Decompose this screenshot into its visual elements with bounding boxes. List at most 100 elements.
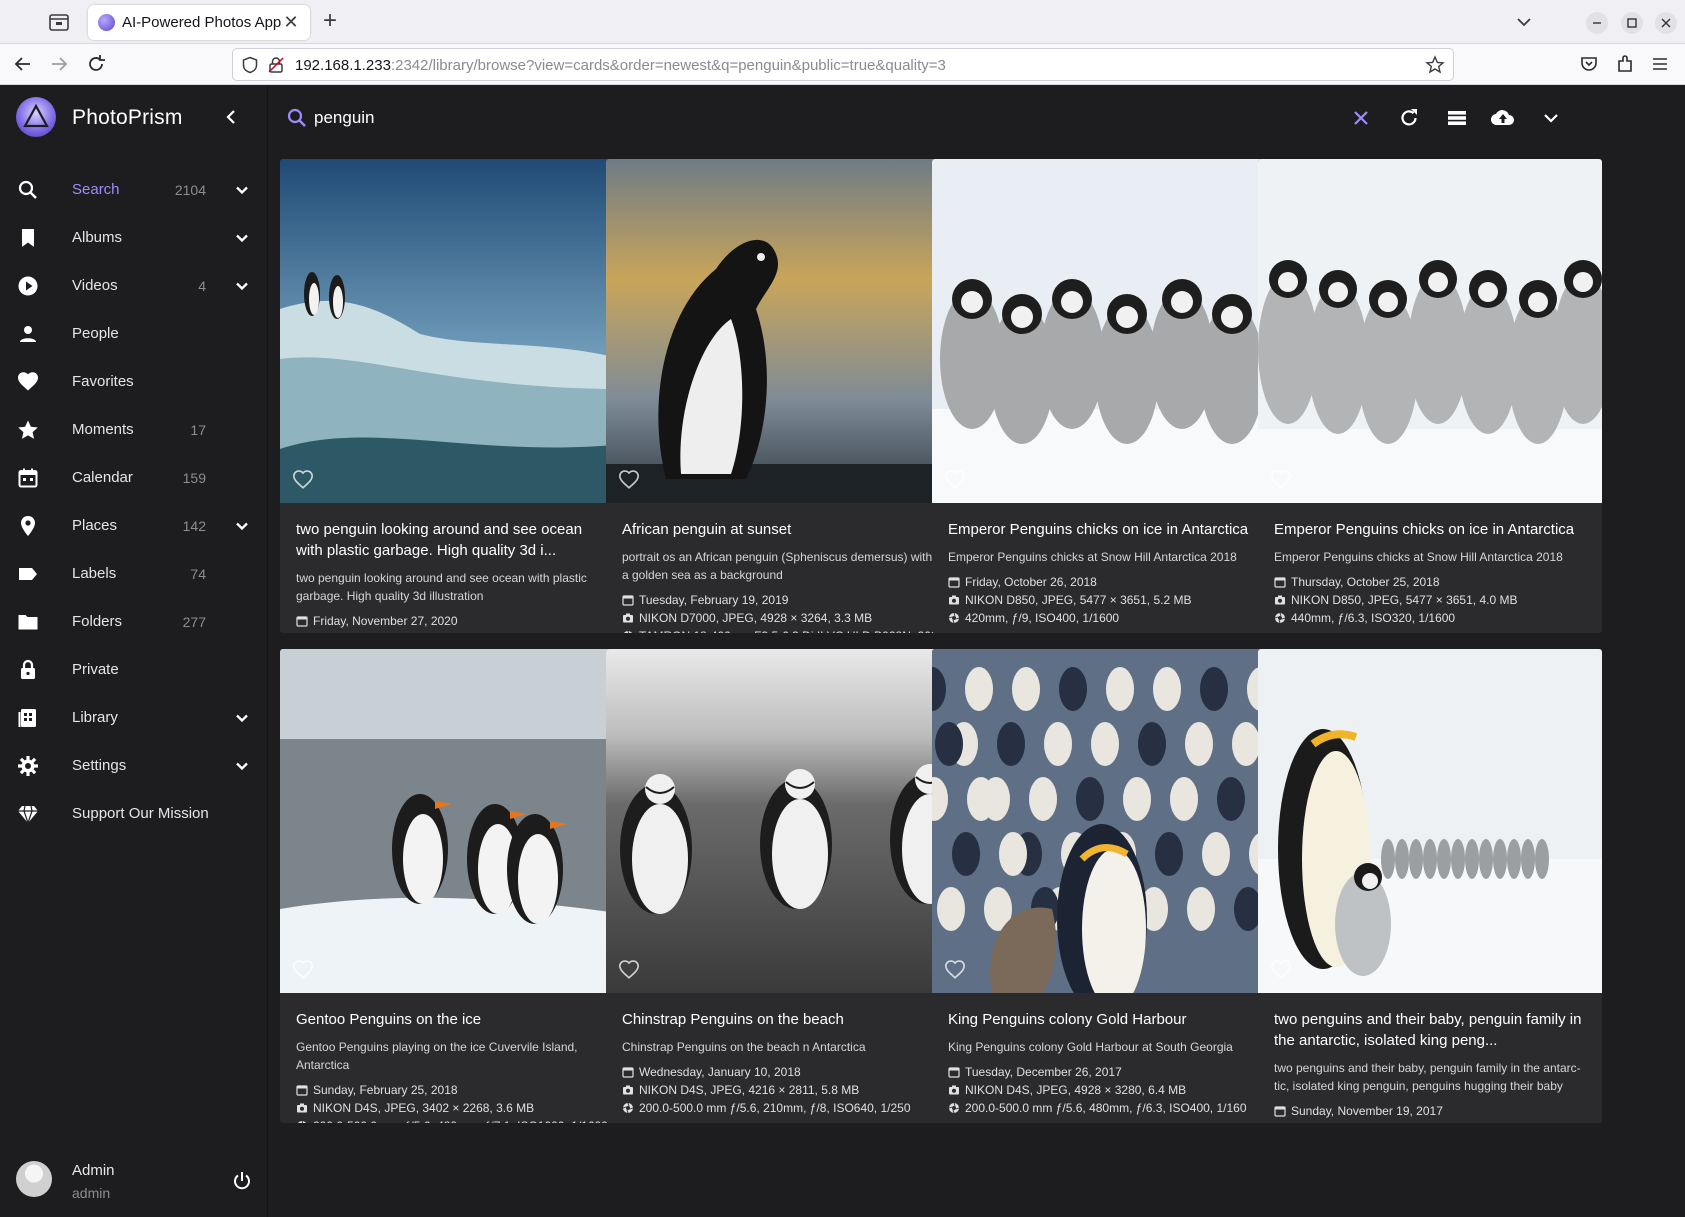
browser-tab[interactable]: AI-Powered Photos App ✕ <box>88 5 310 40</box>
photo-title[interactable]: Chinstrap Penguins on the beach <box>622 1009 938 1030</box>
url-bar[interactable]: 192.168.1.233:2342/library/browse?view=c… <box>232 48 1454 81</box>
photo-thumbnail[interactable] <box>280 649 624 993</box>
expand-menu-chevron-icon[interactable] <box>1538 105 1564 131</box>
photo-card[interactable]: two penguin looking around and see ocean… <box>280 159 624 633</box>
photo-lens: 440mm, ƒ/6.3, ISO320, 1/1600 <box>1291 611 1456 625</box>
photo-thumbnail[interactable] <box>932 159 1276 503</box>
favorite-heart-icon[interactable] <box>292 959 314 981</box>
photo-card[interactable]: Gentoo Penguins on the ice Gentoo Pengui… <box>280 649 624 1123</box>
camera-icon <box>949 1085 959 1095</box>
sidebar-item-favorites[interactable]: Favorites <box>0 358 268 406</box>
photo-description: two penguin looking around and see ocean… <box>296 571 587 603</box>
photo-card[interactable]: Chinstrap Penguins on the beach Chinstra… <box>606 649 950 1123</box>
new-tab-icon[interactable]: + <box>318 9 342 34</box>
shield-icon[interactable] <box>241 56 259 74</box>
favorite-heart-icon[interactable] <box>1270 959 1292 981</box>
power-icon[interactable] <box>230 1169 254 1193</box>
sidebar-item-labels[interactable]: Labels 74 <box>0 550 268 598</box>
cloud-upload-icon[interactable] <box>1490 105 1516 131</box>
sidebar-item-albums[interactable]: Albums <box>0 214 268 262</box>
sidebar-item-calendar[interactable]: Calendar 159 <box>0 454 268 502</box>
sidebar-item-label: Search <box>72 181 120 198</box>
favorite-heart-icon[interactable] <box>1270 469 1292 491</box>
photo-camera-row: NIKON D3200, JPEG, 8400 × 5760, 7.7 MB <box>1274 1122 1590 1123</box>
chevron-down-icon[interactable] <box>230 754 254 778</box>
refresh-icon[interactable] <box>1396 105 1422 131</box>
photo-card[interactable]: Emperor Penguins chicks on ice in Antarc… <box>1258 159 1602 633</box>
favorite-heart-icon[interactable] <box>944 469 966 491</box>
photo-title[interactable]: Emperor Penguins chicks on ice in Antarc… <box>948 519 1264 540</box>
photo-title[interactable]: two penguin looking around and see ocean… <box>296 519 612 561</box>
back-arrow-icon[interactable] <box>12 53 34 75</box>
favorite-heart-icon[interactable] <box>618 959 640 981</box>
photo-thumbnail[interactable] <box>606 649 950 993</box>
bookmark-star-icon[interactable] <box>1425 55 1445 75</box>
photo-title[interactable]: African penguin at sunset <box>622 519 938 540</box>
photo-card[interactable]: Emperor Penguins chicks on ice in Antarc… <box>932 159 1276 633</box>
sidebar-item-label: People <box>72 325 119 342</box>
sidebar-item-library[interactable]: Library <box>0 694 268 742</box>
photo-title[interactable]: two penguins and their baby, penguin fam… <box>1274 1009 1590 1051</box>
chevron-down-icon[interactable] <box>230 226 254 250</box>
photo-thumbnail[interactable] <box>932 649 1276 993</box>
sidebar-item-folders[interactable]: Folders 277 <box>0 598 268 646</box>
sidebar-item-label: Places <box>72 517 118 534</box>
photo-title[interactable]: Emperor Penguins chicks on ice in Antarc… <box>1274 519 1590 540</box>
photo-card[interactable]: King Penguins colony Gold Harbour King P… <box>932 649 1276 1123</box>
photo-card[interactable]: two penguins and their baby, penguin fam… <box>1258 649 1602 1123</box>
photo-date-row: Friday, October 26, 2018 <box>948 575 1264 589</box>
photo-title[interactable]: Gentoo Penguins on the ice <box>296 1009 612 1030</box>
favorite-heart-icon[interactable] <box>618 469 640 491</box>
window-close-button[interactable] <box>1655 12 1677 34</box>
user-account[interactable]: Admin admin <box>0 1145 268 1217</box>
photo-thumbnail[interactable] <box>280 159 624 503</box>
forward-arrow-icon[interactable] <box>48 53 70 75</box>
browser-tab-bar: AI-Powered Photos App ✕ + <box>0 0 1685 44</box>
sidebar-item-settings[interactable]: Settings <box>0 742 268 790</box>
lock-icon <box>21 659 35 679</box>
sidebar-item-private[interactable]: Private <box>0 646 268 694</box>
pocket-icon[interactable] <box>1578 53 1600 75</box>
photo-card-meta: Gentoo Penguins on the ice Gentoo Pengui… <box>296 1009 612 1123</box>
sidebar-item-places[interactable]: Places 142 <box>0 502 268 550</box>
chevron-down-icon[interactable] <box>1512 10 1536 34</box>
photo-description: King Penguins colony Gold Harbour at Sou… <box>948 1040 1233 1054</box>
chevron-down-icon[interactable] <box>230 514 254 538</box>
sidebar-item-moments[interactable]: Moments 17 <box>0 406 268 454</box>
photo-title[interactable]: King Penguins colony Gold Harbour <box>948 1009 1264 1030</box>
photo-lens-row: TAMRON 18-400mm F3.5-6.3 Di II VC HLD B0… <box>622 629 950 633</box>
photo-camera: NIKON D3200, JPEG, 8400 × 5760, 7.7 MB <box>1291 1122 1524 1123</box>
photo-description: Gentoo Penguins playing on the ice Cuver… <box>296 1040 578 1072</box>
photo-thumbnail[interactable] <box>606 159 950 503</box>
sidebar-item-videos[interactable]: Videos 4 <box>0 262 268 310</box>
search-input[interactable] <box>314 103 1014 133</box>
sidebar-item-search[interactable]: Search 2104 <box>0 166 268 214</box>
photoprism-logo-icon[interactable] <box>16 97 56 137</box>
favorite-heart-icon[interactable] <box>944 959 966 981</box>
chevron-down-icon[interactable] <box>230 274 254 298</box>
collapse-sidebar-icon[interactable] <box>220 105 244 129</box>
menu-icon[interactable] <box>1649 53 1671 75</box>
extensions-icon[interactable] <box>1614 53 1636 75</box>
photo-thumbnail[interactable] <box>1258 159 1602 503</box>
photo-camera-row: NIKON D4S, JPEG, 4216 × 2811, 5.8 MB <box>622 1083 938 1097</box>
sidebar-item-support-our-mission[interactable]: Support Our Mission <box>0 790 268 838</box>
sidebar-item-people[interactable]: People <box>0 310 268 358</box>
photo-card[interactable]: African penguin at sunset portrait os an… <box>606 159 950 633</box>
favorite-heart-icon[interactable] <box>292 469 314 491</box>
lock-warning-icon[interactable] <box>267 56 285 74</box>
list-view-icon[interactable] <box>1444 105 1470 131</box>
window-minimize-button[interactable] <box>1586 12 1608 34</box>
chevron-down-icon[interactable] <box>230 178 254 202</box>
chevron-down-icon[interactable] <box>230 706 254 730</box>
clear-search-icon[interactable] <box>1348 105 1374 131</box>
camera-icon <box>623 1085 633 1095</box>
photo-date: Sunday, February 25, 2018 <box>313 1083 458 1097</box>
avatar[interactable] <box>16 1161 52 1197</box>
photo-date: Tuesday, February 19, 2019 <box>639 593 789 607</box>
photo-thumbnail[interactable] <box>1258 649 1602 993</box>
window-maximize-button[interactable] <box>1621 12 1643 34</box>
firefox-view-icon[interactable] <box>48 12 70 32</box>
reload-icon[interactable] <box>85 53 107 75</box>
close-tab-icon[interactable]: ✕ <box>280 11 302 33</box>
